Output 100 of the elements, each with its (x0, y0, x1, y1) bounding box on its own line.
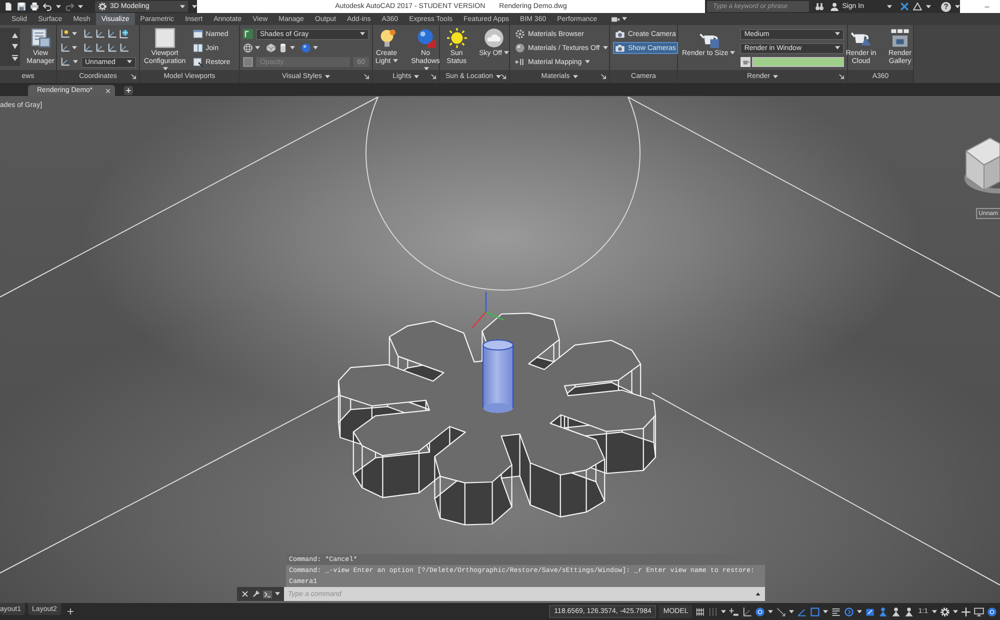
caret-icon[interactable] (78, 4, 83, 8)
caret-icon[interactable] (255, 46, 260, 50)
x-shape-icon[interactable] (900, 2, 910, 11)
person-icon[interactable] (891, 606, 902, 616)
caret-icon[interactable] (823, 610, 828, 614)
caret-icon[interactable] (414, 74, 420, 78)
caret-icon[interactable] (955, 4, 960, 8)
document-icon[interactable] (4, 2, 13, 11)
axis-icon[interactable] (60, 43, 70, 53)
launcher-arrow-icon[interactable] (431, 74, 436, 79)
square-tile-icon (154, 28, 175, 48)
axis-icon[interactable] (60, 29, 70, 39)
axis-icon[interactable] (119, 43, 129, 53)
box-icon[interactable] (865, 606, 876, 616)
arrow-bars-icon (515, 57, 525, 67)
caret-icon[interactable] (192, 4, 197, 8)
caret-icon[interactable] (496, 74, 501, 78)
caret-icon[interactable] (72, 32, 77, 36)
circle-icon[interactable] (755, 606, 766, 616)
caret-icon[interactable] (926, 4, 932, 8)
plus-icon[interactable] (961, 606, 971, 616)
caret-icon[interactable] (72, 46, 77, 50)
camera-icon (615, 43, 625, 53)
cloud-icon (484, 28, 504, 48)
camera-icon (615, 29, 625, 39)
caret-icon[interactable] (290, 46, 295, 50)
caret-icon[interactable] (721, 610, 726, 614)
video-camera-icon[interactable] (610, 14, 620, 24)
launcher-arrow-icon[interactable] (501, 74, 506, 79)
gallery-icon (890, 28, 910, 48)
square-icon[interactable] (810, 606, 820, 616)
monitor-icon[interactable] (974, 606, 984, 616)
axis-icon[interactable] (83, 29, 93, 39)
scroll-arrows-icon[interactable] (12, 32, 18, 62)
caret-icon[interactable] (887, 4, 892, 8)
caret-icon[interactable] (768, 610, 774, 614)
diagonal-arrow-icon[interactable] (776, 606, 786, 616)
close-icon (104, 88, 111, 94)
caret-icon (835, 46, 840, 50)
caret-icon[interactable] (275, 592, 280, 596)
redo-arrow-icon[interactable] (65, 2, 74, 11)
launcher-arrow-icon[interactable] (131, 74, 136, 79)
sun-icon (446, 28, 467, 48)
caret-icon[interactable] (953, 610, 958, 614)
caret-icon[interactable] (73, 60, 78, 64)
axis-icon[interactable] (95, 43, 105, 53)
binoculars-icon[interactable] (815, 2, 824, 11)
circle-icon[interactable] (987, 606, 997, 616)
caret-icon[interactable] (622, 17, 627, 21)
caret-icon[interactable] (324, 74, 330, 78)
gear-icon (98, 2, 107, 11)
angle-icon[interactable] (797, 606, 808, 616)
lines-icon[interactable] (831, 606, 842, 616)
sphere-icon[interactable] (301, 43, 311, 53)
globe-icon[interactable] (119, 29, 129, 39)
grid-icon[interactable] (695, 606, 706, 616)
person-icon[interactable] (904, 606, 914, 616)
caret-icon[interactable] (313, 46, 318, 50)
angle-icon[interactable] (742, 606, 752, 616)
axis-icon[interactable] (60, 57, 70, 67)
axis-icon[interactable] (107, 29, 117, 39)
caret-up-icon[interactable] (755, 591, 761, 597)
launcher-arrow-icon[interactable] (601, 74, 606, 79)
caret-icon[interactable] (56, 4, 61, 8)
cylinder-icon[interactable] (278, 43, 288, 53)
axis-icon[interactable] (95, 29, 105, 39)
minimize-icon[interactable] (982, 4, 992, 10)
wrench-icon[interactable] (252, 590, 260, 598)
view-gallery[interactable] (0, 28, 20, 66)
caret-icon[interactable] (772, 74, 778, 78)
wireframe-sphere-icon[interactable] (243, 43, 253, 53)
axis-icon[interactable] (107, 43, 117, 53)
caret-icon (127, 60, 132, 64)
sphere-icon (515, 43, 525, 53)
axis-icon[interactable] (83, 43, 93, 53)
caret-icon[interactable] (932, 610, 937, 614)
plus-icon[interactable] (66, 608, 74, 615)
style-swatch-icon[interactable] (243, 29, 253, 39)
window-icon (192, 57, 203, 67)
caret-icon[interactable] (789, 610, 794, 614)
triangle-icon[interactable] (913, 2, 922, 11)
dotted-lines-icon[interactable] (708, 606, 718, 616)
caret-icon (180, 4, 185, 8)
caret-icon (835, 32, 840, 36)
ucs-axes-icon (472, 292, 504, 328)
person-icon[interactable] (878, 606, 888, 616)
cube-icon[interactable] (266, 43, 276, 53)
prompt-icon[interactable] (263, 590, 272, 598)
viewcube[interactable] (964, 137, 1000, 194)
close-icon[interactable] (241, 590, 249, 598)
undo-arrow-icon[interactable] (43, 2, 52, 11)
person-icon (830, 2, 840, 11)
gear-icon[interactable] (940, 606, 950, 616)
launcher-arrow-icon[interactable] (839, 74, 844, 79)
plus-bar-icon[interactable] (729, 606, 740, 616)
launcher-arrow-icon[interactable] (364, 74, 369, 79)
plus-icon[interactable] (122, 86, 134, 95)
printer-icon[interactable] (30, 2, 39, 11)
caret-icon[interactable] (572, 74, 578, 78)
caret-icon[interactable] (857, 610, 862, 614)
